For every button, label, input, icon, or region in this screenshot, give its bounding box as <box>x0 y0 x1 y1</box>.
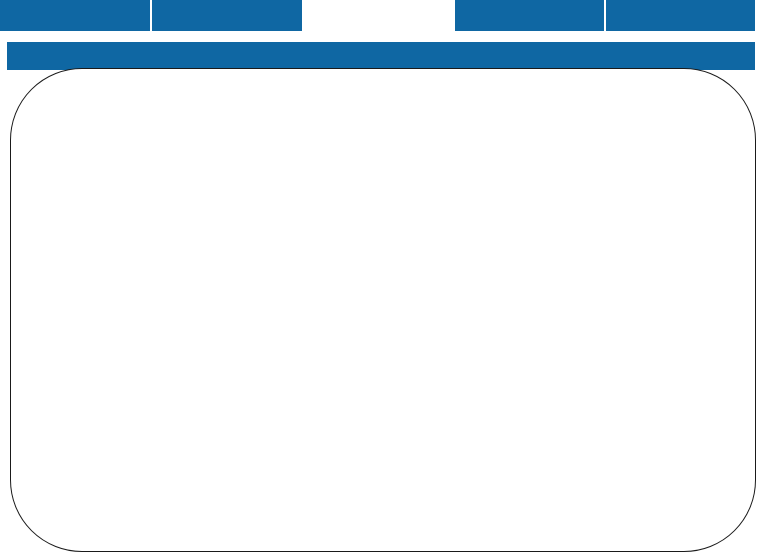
content-panel <box>10 68 756 552</box>
tab-1[interactable] <box>0 0 150 31</box>
tab-2[interactable] <box>152 0 302 31</box>
tab-5[interactable] <box>606 0 755 31</box>
tab-bar <box>0 0 758 31</box>
section-header-bar <box>7 42 755 70</box>
tab-3-active[interactable] <box>304 0 453 31</box>
content-area <box>51 99 715 521</box>
tab-4[interactable] <box>455 0 604 31</box>
